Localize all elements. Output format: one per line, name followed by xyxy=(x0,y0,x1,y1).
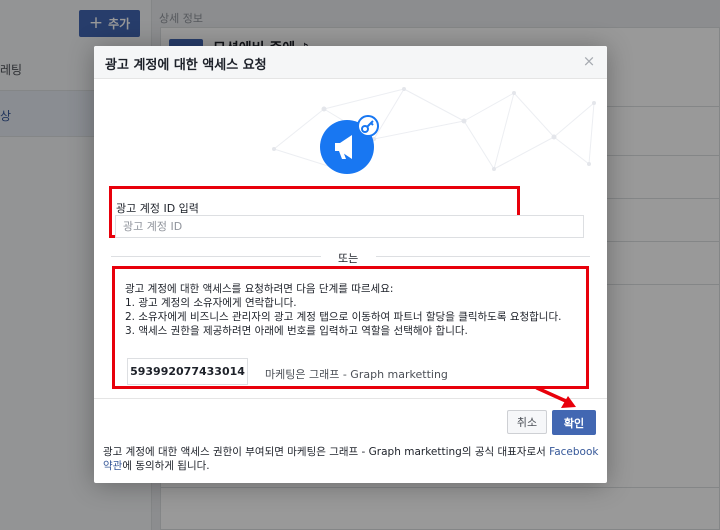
instruction-line: 광고 계정에 대한 액세스를 요청하려면 다음 단계를 따르세요: xyxy=(125,283,394,295)
instructions: 광고 계정에 대한 액세스를 요청하려면 다음 단계를 따르세요: 1. 광고 … xyxy=(125,282,580,338)
cancel-button[interactable]: 취소 xyxy=(507,410,547,434)
instruction-line: 2. 소유자에게 비즈니스 관리자의 광고 계정 탭으로 이동하여 파트너 할당… xyxy=(125,311,562,323)
terms-text: 광고 계정에 대한 액세스 권한이 부여되면 마케팅은 그래프 - Graph … xyxy=(103,445,599,473)
terms-text-suffix: 에 동의하게 됩니다. xyxy=(122,460,210,472)
dialog-title: 광고 계정에 대한 액세스 요청 xyxy=(105,58,267,73)
instruction-line: 3. 액세스 권한을 제공하려면 아래에 번호를 입력하고 역할을 선택해야 합… xyxy=(125,325,468,337)
account-id-label: 광고 계정 ID 입력 xyxy=(116,202,199,215)
or-label: 또는 xyxy=(338,252,359,265)
confirm-button[interactable]: 확인 xyxy=(552,410,596,435)
dialog-header: 광고 계정에 대한 액세스 요청 × xyxy=(94,46,607,79)
partner-code[interactable]: 593992077433014 xyxy=(127,358,248,385)
divider xyxy=(94,398,607,399)
network-graphic xyxy=(272,87,596,173)
account-id-input[interactable] xyxy=(115,215,584,238)
megaphone-key-icon xyxy=(320,115,379,174)
divider xyxy=(376,256,590,257)
or-divider: 또는 xyxy=(111,250,590,265)
request-access-dialog: 광고 계정에 대한 액세스 요청 × 광고 계정 ID 입력 광고 계정 ID … xyxy=(94,46,607,483)
terms-text-body: 광고 계정에 대한 액세스 권한이 부여되면 마케팅은 그래프 - Graph … xyxy=(103,446,550,458)
instruction-line: 1. 광고 계정의 소유자에게 연락합니다. xyxy=(125,297,297,309)
red-arrow-annotation xyxy=(535,386,576,408)
divider xyxy=(111,256,321,257)
close-icon[interactable]: × xyxy=(581,52,597,70)
partner-name: 마케팅은 그래프 - Graph marketting xyxy=(265,368,448,381)
